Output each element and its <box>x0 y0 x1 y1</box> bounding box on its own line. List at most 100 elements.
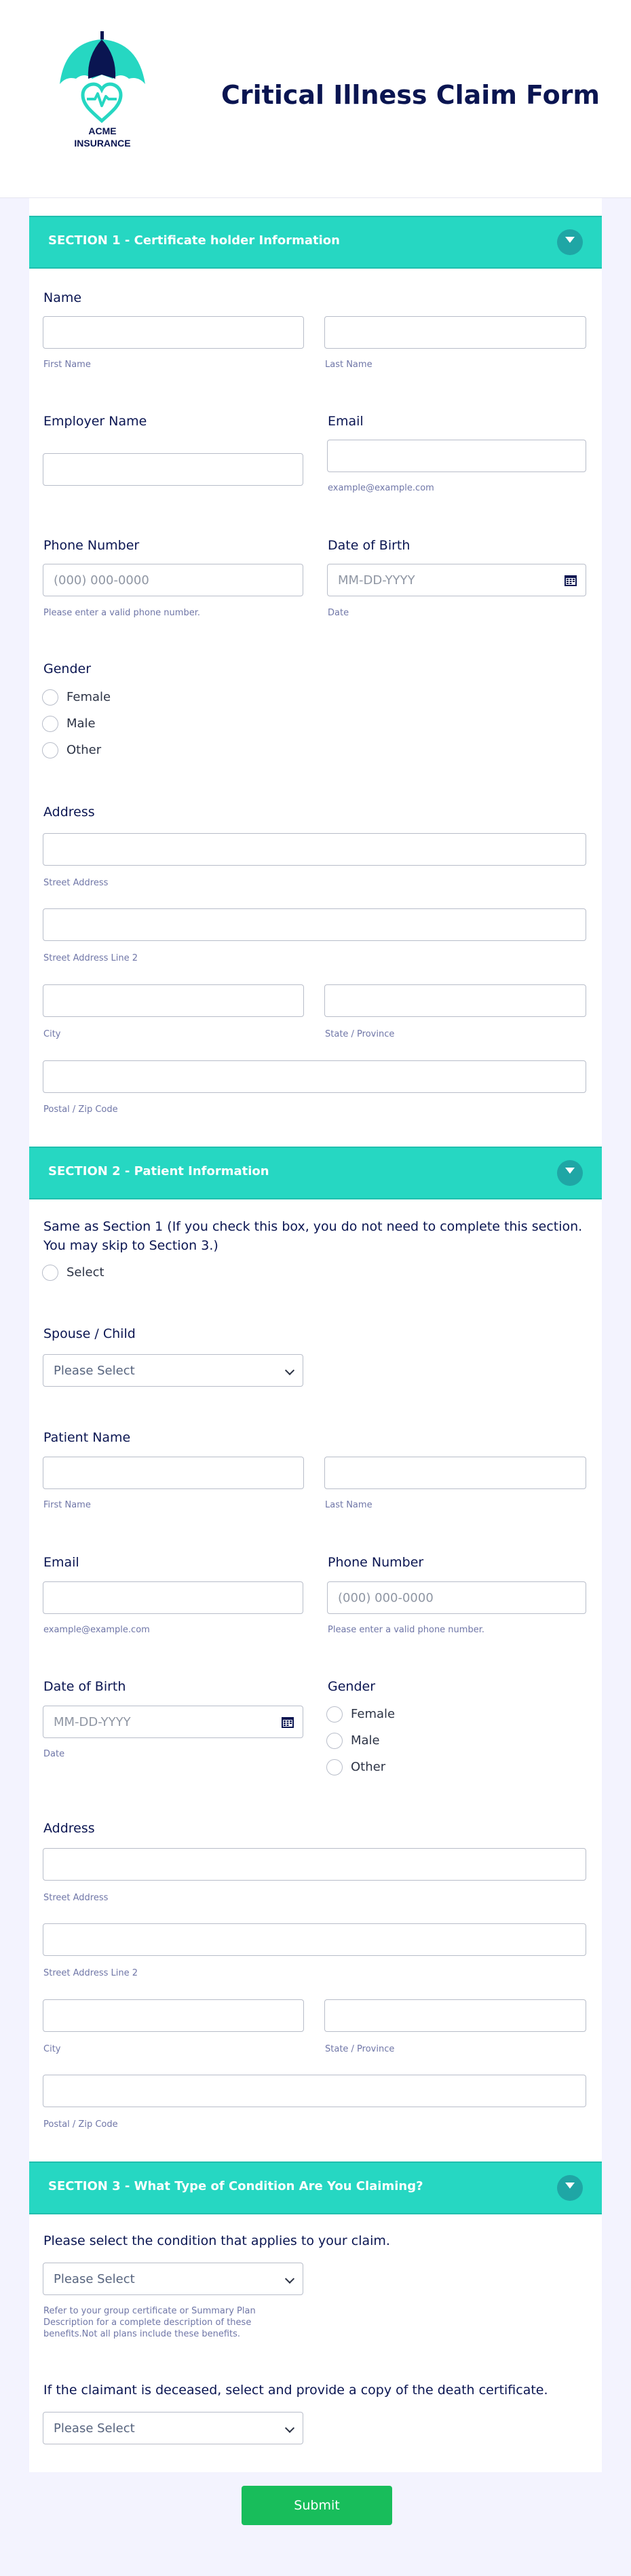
calendar-icon[interactable] <box>564 573 577 587</box>
section-2-collapse-icon[interactable] <box>557 1160 583 1186</box>
form-title: Critical Illness Claim Form <box>221 80 600 110</box>
patient-state-sublabel: State / Province <box>325 2044 395 2054</box>
section-3-title: SECTION 3 - What Type of Condition Are Y… <box>48 2179 423 2193</box>
postal-code-sublabel: Postal / Zip Code <box>43 1104 118 1115</box>
calendar-icon[interactable] <box>281 1715 294 1729</box>
section-3-header[interactable]: SECTION 3 - What Type of Condition Are Y… <box>29 2161 602 2214</box>
phone-placeholder: (000) 000-0000 <box>54 573 149 588</box>
deceased-select[interactable]: Please Select <box>43 2412 303 2444</box>
gender-male-radio[interactable] <box>42 716 58 732</box>
patient-last-name-sublabel: Last Name <box>325 1500 372 1510</box>
same-as-section-1-option[interactable]: Select <box>66 1265 104 1280</box>
gender-other-radio[interactable] <box>42 742 58 758</box>
same-as-section-1-label: Same as Section 1 (If you check this box… <box>43 1219 583 1253</box>
gender-female-label[interactable]: Female <box>66 690 111 704</box>
patient-street-address-input[interactable] <box>43 1848 586 1881</box>
patient-phone-input[interactable]: (000) 000-0000 <box>327 1581 586 1614</box>
spouse-child-selected: Please Select <box>54 1364 135 1378</box>
chevron-down-icon <box>284 1365 295 1376</box>
patient-gender-male-label[interactable]: Male <box>351 1733 380 1748</box>
spouse-child-label: Spouse / Child <box>43 1326 136 1341</box>
patient-city-sublabel: City <box>43 2044 61 2054</box>
first-name-input[interactable] <box>43 316 304 349</box>
postal-code-input[interactable] <box>43 1060 586 1093</box>
section-1-collapse-icon[interactable] <box>557 229 583 255</box>
patient-email-sublabel: example@example.com <box>43 1625 150 1635</box>
patient-gender-female-radio[interactable] <box>326 1706 343 1723</box>
street-address-input[interactable] <box>43 833 586 866</box>
dob-input[interactable]: MM-DD-YYYY <box>327 564 586 596</box>
city-input[interactable] <box>43 984 304 1017</box>
condition-select[interactable]: Please Select <box>43 2263 303 2295</box>
first-name-sublabel: First Name <box>43 360 91 370</box>
email-label: Email <box>328 414 364 429</box>
gender-female-radio[interactable] <box>42 689 58 706</box>
patient-street-address-2-input[interactable] <box>43 1923 586 1956</box>
patient-email-input[interactable] <box>43 1581 303 1614</box>
condition-sublabel: Refer to your group certificate or Summa… <box>43 2306 256 2339</box>
state-input[interactable] <box>324 984 586 1017</box>
deceased-label: If the claimant is deceased, select and … <box>43 2383 548 2398</box>
logo-text-acme: ACME <box>88 126 116 136</box>
section-1-header[interactable]: SECTION 1 - Certificate holder Informati… <box>29 216 602 269</box>
street-address-2-input[interactable] <box>43 908 586 941</box>
patient-dob-input[interactable]: MM-DD-YYYY <box>43 1706 303 1738</box>
patient-first-name-input[interactable] <box>43 1457 304 1489</box>
city-sublabel: City <box>43 1029 61 1039</box>
patient-phone-label: Phone Number <box>328 1555 424 1570</box>
dob-placeholder: MM-DD-YYYY <box>338 573 415 588</box>
email-sublabel: example@example.com <box>328 483 434 493</box>
street-address-2-sublabel: Street Address Line 2 <box>43 953 138 963</box>
deceased-selected: Please Select <box>54 2421 135 2436</box>
name-label: Name <box>43 290 82 305</box>
dob-label: Date of Birth <box>328 538 410 553</box>
patient-gender-male-radio[interactable] <box>326 1733 343 1749</box>
patient-city-input[interactable] <box>43 1999 304 2032</box>
phone-input[interactable]: (000) 000-0000 <box>43 564 303 596</box>
patient-street-address-sublabel: Street Address <box>43 1893 109 1903</box>
patient-phone-sublabel: Please enter a valid phone number. <box>328 1625 484 1635</box>
form-header: ACME INSURANCE Critical Illness Claim Fo… <box>0 0 631 198</box>
chevron-down-icon <box>284 2423 295 2434</box>
patient-gender-other-label[interactable]: Other <box>351 1760 385 1774</box>
gender-label: Gender <box>43 661 92 676</box>
patient-dob-placeholder: MM-DD-YYYY <box>54 1715 131 1729</box>
email-input[interactable] <box>327 440 586 472</box>
last-name-sublabel: Last Name <box>325 360 372 370</box>
gender-other-label[interactable]: Other <box>66 743 101 757</box>
section-2-header[interactable]: SECTION 2 - Patient Information <box>29 1147 602 1199</box>
patient-last-name-input[interactable] <box>324 1457 586 1489</box>
patient-phone-placeholder: (000) 000-0000 <box>338 1591 434 1605</box>
dob-sublabel: Date <box>328 608 349 618</box>
patient-state-input[interactable] <box>324 1999 586 2032</box>
patient-postal-code-input[interactable] <box>43 2075 586 2107</box>
patient-street-address-2-sublabel: Street Address Line 2 <box>43 1968 138 1978</box>
patient-gender-other-radio[interactable] <box>326 1759 343 1775</box>
submit-button-label: Submit <box>294 2498 340 2513</box>
chevron-down-icon <box>284 2273 295 2284</box>
patient-dob-label: Date of Birth <box>43 1679 126 1694</box>
same-as-section-1-checkbox[interactable] <box>42 1265 58 1281</box>
section-3-collapse-icon[interactable] <box>557 2175 583 2201</box>
employer-name-label: Employer Name <box>43 414 147 429</box>
last-name-input[interactable] <box>324 316 586 349</box>
patient-postal-code-sublabel: Postal / Zip Code <box>43 2119 118 2130</box>
patient-name-label: Patient Name <box>43 1430 131 1445</box>
patient-gender-female-label[interactable]: Female <box>351 1707 395 1721</box>
patient-address-label: Address <box>43 1821 95 1836</box>
section-2-title: SECTION 2 - Patient Information <box>48 1164 269 1178</box>
patient-first-name-sublabel: First Name <box>43 1500 91 1510</box>
employer-name-input[interactable] <box>43 453 303 486</box>
patient-email-label: Email <box>43 1555 79 1570</box>
spouse-child-select[interactable]: Please Select <box>43 1354 303 1387</box>
submit-button[interactable]: Submit <box>242 2486 392 2525</box>
state-sublabel: State / Province <box>325 1029 395 1039</box>
address-label: Address <box>43 805 95 820</box>
patient-gender-label: Gender <box>328 1679 376 1694</box>
acme-insurance-logo: ACME INSURANCE <box>60 31 145 149</box>
condition-label: Please select the condition that applies… <box>43 2233 390 2248</box>
gender-male-label[interactable]: Male <box>66 716 96 731</box>
logo-text-insurance: INSURANCE <box>74 138 130 149</box>
street-address-sublabel: Street Address <box>43 878 109 888</box>
patient-dob-sublabel: Date <box>43 1749 65 1759</box>
